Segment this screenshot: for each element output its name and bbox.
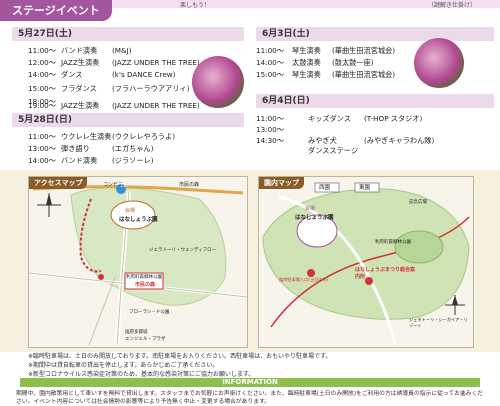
park-map[interactable]: 園内マップ 西園 東園 会場 はなしょうぶ園 利府町森郷林公園 はなしょうぶまつ… bbox=[258, 176, 474, 348]
row-group: (華曲生田流宮城会) bbox=[332, 46, 396, 55]
row-group: (フラハーラウアアリィ) bbox=[112, 84, 190, 93]
row-program: ウクレレ生演奏 bbox=[61, 132, 112, 141]
row-group: (T-HOP スタジオ) bbox=[364, 114, 423, 123]
information-title: INFORMATION bbox=[20, 378, 480, 387]
row-program: JAZZ生演奏 bbox=[61, 58, 100, 67]
header-snippet-center: 楽しもう！ bbox=[180, 2, 210, 9]
note-line: ※臨時駐車場は、土日のみ開放しております。南駐車場をお入りください。西駐車場は、… bbox=[28, 353, 332, 360]
map-place-forest2: 市民の森 bbox=[135, 282, 156, 288]
row-group: (鼓太鼓一座) bbox=[332, 58, 374, 67]
row-group: (k's DANCE Crew) bbox=[112, 70, 176, 79]
park-place-info-sub: 臨時駐車場入口(土日のみ) bbox=[279, 277, 329, 282]
header-snippet-right: （謎解き仕掛け） bbox=[428, 2, 477, 9]
notes-block: ※臨時駐車場は、土日のみ開放しております。南駐車場をお入りください。西駐車場は、… bbox=[28, 352, 331, 379]
park-place-west: 西園 bbox=[319, 185, 331, 191]
park-place-kaijo: 会場 bbox=[305, 206, 316, 212]
row-program: バンド演奏 bbox=[61, 156, 98, 165]
row-time: 11:00〜 bbox=[256, 114, 284, 123]
row-time: 12:00〜 bbox=[28, 58, 56, 67]
stage-photo-hula bbox=[192, 56, 244, 108]
row-time: 14:00〜 bbox=[256, 58, 284, 67]
map-place-park: はなしょうぶ園 bbox=[119, 217, 158, 223]
row-group: (みやぎキャラわん隊) bbox=[364, 136, 435, 145]
row-group: (華曲生田流宮城会) bbox=[332, 70, 396, 79]
park-place-east: 東園 bbox=[359, 185, 371, 191]
row-time: 19:00〜 bbox=[28, 101, 56, 110]
header-band: 楽しもう！ （謎解き仕掛け） ステージイベント bbox=[0, 0, 500, 22]
access-map[interactable]: アクセスマップ コンビニ 11 市民の森 会場 はなしょうぶ園 利府町森郷林公園… bbox=[28, 176, 248, 348]
day-header-may27: 5月27日(土) bbox=[12, 27, 244, 41]
row-program: 弾き語り bbox=[61, 144, 90, 153]
row-program: 琴生演奏 bbox=[292, 46, 321, 55]
row-time: 11:00〜 bbox=[28, 46, 56, 55]
park-map-label: 園内マップ bbox=[259, 177, 304, 189]
park-place-resort: ジェラトーリ・シーガイア・リゾート bbox=[409, 317, 468, 328]
row-program: バンド演奏 bbox=[61, 46, 98, 55]
row-group: (ジラソーレ) bbox=[112, 156, 154, 165]
row-time: 11:00〜 bbox=[256, 46, 284, 55]
day-header-may28: 5月28日(日) bbox=[12, 113, 244, 127]
row-group: (M&J) bbox=[112, 46, 132, 55]
stage-photo-koto bbox=[414, 38, 464, 88]
row-program: 琴生演奏 bbox=[292, 70, 321, 79]
note-line: ※期間中は貸自転車の貸出を停止します。あらかじめご了承ください。 bbox=[28, 362, 219, 369]
row-time: 13:00〜 bbox=[256, 125, 284, 134]
row-time: 15:00〜 bbox=[28, 84, 56, 93]
row-program-line2: ダンスステージ bbox=[308, 146, 359, 155]
row-time: 15:00〜 bbox=[256, 70, 284, 79]
map-route-number: 11 bbox=[120, 183, 127, 189]
map-place-resort: ジェラトーリ・ウェンディフロー bbox=[149, 248, 217, 253]
row-program: 太鼓演奏 bbox=[292, 58, 321, 67]
row-program: JAZZ生演奏 bbox=[61, 101, 100, 110]
map-place-forest: 利府町森郷林公園 bbox=[126, 275, 162, 280]
access-map-label: アクセスマップ bbox=[29, 177, 88, 189]
map-place-station: 国府多賀城 bbox=[125, 330, 148, 335]
row-program: キッズダンス bbox=[308, 114, 351, 123]
row-time: 13:00〜 bbox=[28, 144, 56, 153]
map-place-plaza: エンジェル・プラザ bbox=[125, 337, 166, 342]
row-group: (エガちゃん) bbox=[112, 144, 154, 153]
day-header-jun4: 6月4日(日) bbox=[256, 94, 494, 108]
day-header-jun3: 6月3日(土) bbox=[256, 27, 494, 41]
row-program: ダンス bbox=[61, 70, 83, 79]
park-place-forest: 利府町森郷林公園 bbox=[375, 240, 411, 245]
row-time: 14:00〜 bbox=[28, 70, 56, 79]
row-group: (JAZZ UNDER THE TREE) bbox=[112, 101, 200, 110]
access-map-drawing bbox=[29, 177, 247, 347]
park-place-park: はなしょうぶ園 bbox=[295, 215, 334, 221]
map-place-city: 市民の森 bbox=[179, 182, 200, 188]
row-group: (ウクレレやろうよ) bbox=[112, 132, 176, 141]
row-program: フラダンス bbox=[61, 84, 97, 93]
row-group: (JAZZ UNDER THE TREE) bbox=[112, 58, 200, 67]
section-title: ステージイベント bbox=[0, 0, 112, 21]
map-place-kaijo: 会場 bbox=[125, 208, 136, 214]
park-place-info: はなしょうぶまつり総合案内所 bbox=[355, 267, 416, 280]
row-time: 14:00〜 bbox=[28, 156, 56, 165]
map-place-mall: フローラシ－ド公園 bbox=[129, 310, 170, 315]
park-place-square: 記念広場 bbox=[409, 200, 427, 205]
information-section: INFORMATION 期間中、園内散策用として車いすを無料で貸出します。スタッ… bbox=[0, 378, 500, 405]
row-time: 14:30〜 bbox=[256, 136, 284, 145]
row-time: 11:00〜 bbox=[28, 132, 56, 141]
